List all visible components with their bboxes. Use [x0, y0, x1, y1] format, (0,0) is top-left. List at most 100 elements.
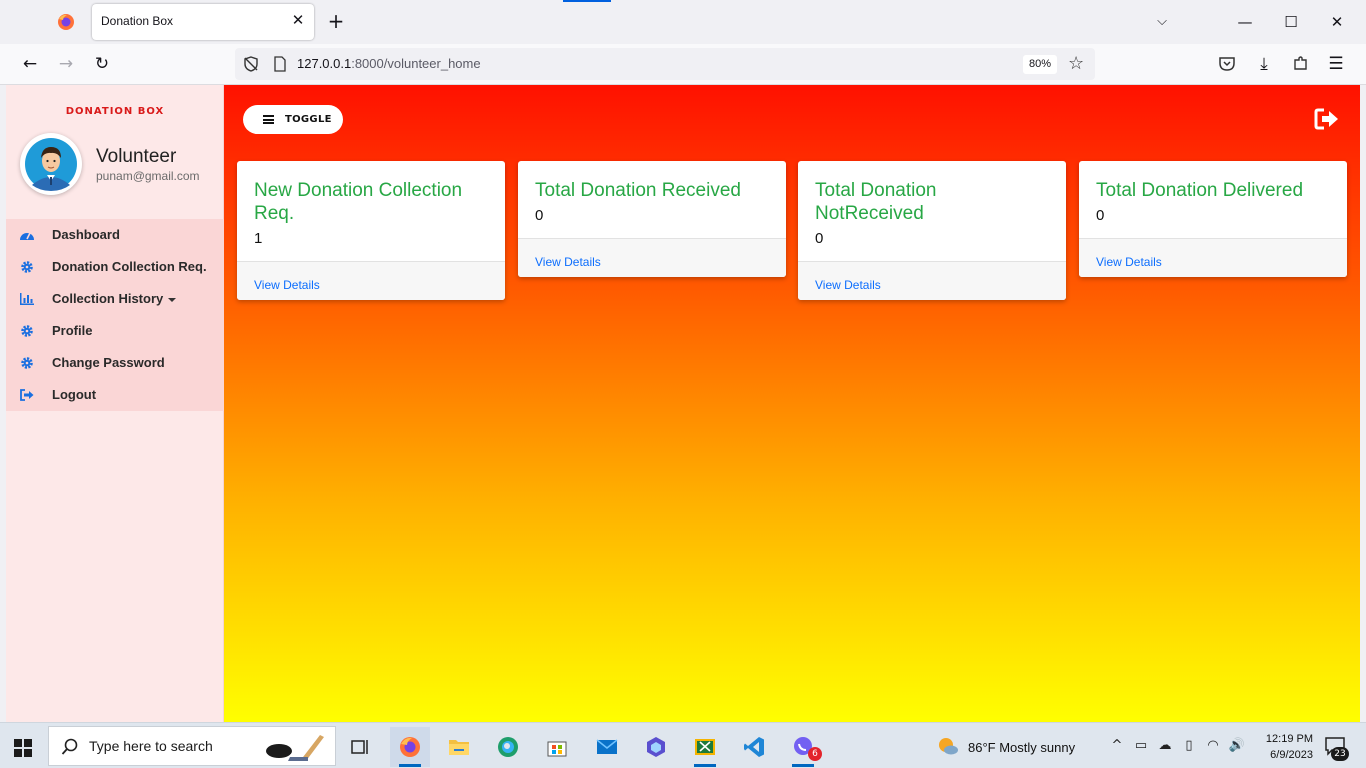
main-content: TOGGLE New Donation Collection Req. 1 Vi… — [224, 85, 1360, 722]
sidebar-item-change-password[interactable]: Change Password — [6, 347, 224, 379]
hockey-stick-icon — [266, 735, 324, 761]
running-indicator — [792, 764, 814, 767]
gear-icon — [21, 357, 33, 369]
bookmark-star-icon[interactable]: ☆ — [1068, 53, 1084, 74]
page: DONATION BOX Volunteer punam@gmail.com D… — [6, 85, 1360, 722]
card-title: Total Donation Received — [535, 180, 741, 201]
pocket-icon[interactable] — [1218, 56, 1236, 72]
url-host: 127.0.0.1 — [297, 56, 352, 71]
taskbar-snipping-tool[interactable] — [685, 727, 725, 767]
onedrive-cloud-icon[interactable]: ☁ — [1156, 737, 1174, 755]
back-arrow-icon[interactable]: ← — [18, 52, 42, 76]
taskbar-mail[interactable] — [587, 727, 627, 767]
store-icon — [547, 741, 567, 757]
browser-tab-active[interactable]: Donation Box ✕ — [92, 4, 314, 40]
running-indicator — [694, 764, 716, 767]
sign-out-icon[interactable] — [1314, 107, 1340, 131]
collection-history-text: Collection History — [52, 291, 164, 306]
url-bar[interactable]: 127.0.0.1:8000/volunteer_home 80% ☆ — [235, 48, 1095, 80]
view-details-link[interactable]: View Details — [254, 278, 320, 292]
view-details-link[interactable]: View Details — [535, 255, 601, 269]
active-indicator — [399, 764, 421, 767]
weather-text[interactable]: 86°F Mostly sunny — [968, 740, 1075, 755]
notification-count-badge: 23 — [1331, 747, 1349, 761]
close-tab-icon[interactable]: ✕ — [290, 12, 306, 28]
clock-time: 12:19 PM — [1265, 733, 1313, 745]
card-value: 0 — [815, 230, 824, 247]
tab-indicator — [563, 0, 611, 2]
sidebar-item-profile[interactable]: Profile — [6, 315, 224, 347]
forward-arrow-icon[interactable]: → — [54, 52, 78, 76]
sidebar-item-label: Change Password — [52, 355, 165, 370]
search-placeholder: Type here to search — [89, 738, 213, 754]
user-email: punam@gmail.com — [96, 169, 200, 183]
sidebar-item-dashboard[interactable]: Dashboard — [6, 219, 224, 251]
toggle-button[interactable]: TOGGLE — [243, 105, 343, 134]
new-tab-icon[interactable]: + — [325, 10, 347, 32]
weather-sunny-icon[interactable] — [937, 735, 959, 757]
taskbar-edge[interactable] — [488, 727, 528, 767]
volume-icon[interactable]: 🔊 — [1228, 737, 1246, 755]
system-clock[interactable]: 12:19 PM 6/9/2023 — [1253, 731, 1313, 763]
taskbar-store[interactable] — [537, 727, 577, 767]
gear-icon — [21, 261, 33, 273]
card-footer: View Details — [798, 261, 1066, 300]
meet-now-icon[interactable]: ▭ — [1132, 737, 1150, 755]
sidebar-item-label: Donation Collection Req. — [52, 259, 207, 274]
taskbar-firefox[interactable] — [390, 727, 430, 767]
windows-start-icon[interactable] — [14, 739, 32, 757]
sidebar-item-label: Logout — [52, 387, 97, 402]
taskbar-search[interactable]: Type here to search — [48, 726, 336, 766]
taskbar-file-explorer[interactable] — [439, 727, 479, 767]
minimize-icon[interactable]: — — [1233, 10, 1257, 34]
extensions-icon[interactable] — [1292, 55, 1309, 72]
card-title: Total Donation Delivered — [1096, 180, 1304, 201]
maximize-icon[interactable]: ☐ — [1279, 10, 1303, 34]
edge-icon — [498, 737, 518, 757]
reload-icon[interactable]: ↻ — [90, 52, 114, 76]
card-title: Total Donation NotReceived — [815, 180, 937, 224]
hamburger-icon — [263, 115, 274, 124]
user-name: Volunteer — [96, 146, 177, 167]
clock-date: 6/9/2023 — [1270, 749, 1313, 761]
card-body: Total Donation Delivered 0 — [1079, 161, 1347, 238]
sidebar-item-label: Dashboard — [52, 227, 120, 242]
unread-badge: 6 — [808, 747, 822, 761]
battery-icon[interactable]: ▯ — [1180, 737, 1198, 755]
browser-nav-bar: ← → ↻ 127.0.0.1:8000/volunteer_home 80% … — [0, 44, 1366, 85]
tab-list-chevron-icon[interactable]: ⌵ — [1150, 10, 1174, 34]
copilot-icon — [647, 737, 665, 757]
taskbar-copilot[interactable] — [636, 727, 676, 767]
taskbar-viber[interactable]: 6 — [783, 727, 823, 767]
view-details-link[interactable]: View Details — [1096, 255, 1162, 269]
taskbar-vscode[interactable] — [734, 727, 774, 767]
vscode-icon — [744, 737, 764, 757]
browser-tab-bar: Donation Box ✕ + ⌵ — ☐ ✕ — [0, 0, 1366, 44]
folder-icon — [449, 740, 469, 755]
sidebar-item-donation-collection-req[interactable]: Donation Collection Req. — [6, 251, 224, 283]
url-text[interactable]: 127.0.0.1:8000/volunteer_home — [297, 56, 481, 71]
hamburger-menu-icon[interactable]: ☰ — [1324, 52, 1348, 76]
brand-title[interactable]: DONATION BOX — [6, 106, 224, 117]
card-footer: View Details — [518, 238, 786, 277]
stat-card-total-not-received: Total Donation NotReceived 0 View Detail… — [798, 161, 1066, 300]
downloads-icon[interactable]: ⤓ — [1252, 52, 1276, 76]
stat-card-total-received: Total Donation Received 0 View Details — [518, 161, 786, 277]
tracking-protection-icon[interactable] — [243, 56, 259, 72]
zoom-level[interactable]: 80% — [1023, 55, 1057, 74]
sidebar-item-logout[interactable]: Logout — [6, 379, 224, 411]
wifi-icon[interactable]: ◠ — [1204, 737, 1222, 755]
view-details-link[interactable]: View Details — [815, 278, 881, 292]
card-value: 1 — [254, 230, 263, 247]
page-icon — [274, 56, 286, 72]
card-body: Total Donation Received 0 — [518, 161, 786, 238]
window-close-icon[interactable]: ✕ — [1325, 10, 1349, 34]
sidebar-item-collection-history[interactable]: Collection History — [6, 283, 224, 315]
card-footer: View Details — [1079, 238, 1347, 277]
firefox-icon[interactable] — [57, 13, 75, 31]
task-view-button[interactable] — [340, 727, 380, 767]
sidebar-item-label: Collection History — [52, 291, 177, 306]
search-icon — [61, 738, 78, 755]
show-hidden-icons-chevron-icon[interactable]: ^ — [1108, 737, 1126, 755]
bar-chart-icon — [20, 293, 34, 305]
